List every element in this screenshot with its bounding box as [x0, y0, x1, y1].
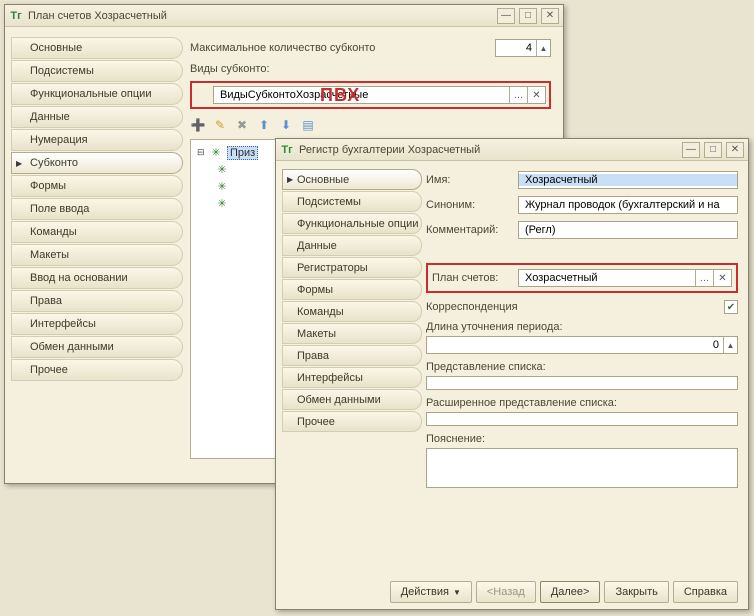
- help-button[interactable]: Справка: [673, 581, 738, 603]
- max-subkonto-label: Максимальное количество субконто: [190, 42, 375, 54]
- kinds-input[interactable]: [214, 89, 509, 101]
- next-button[interactable]: Далее>: [540, 581, 601, 603]
- back-button[interactable]: <Назад: [476, 581, 536, 603]
- add-icon[interactable]: ➕: [190, 117, 206, 133]
- period-spinner[interactable]: ▲: [426, 336, 738, 354]
- clear-button[interactable]: ✕: [713, 270, 731, 286]
- period-label: Длина уточнения периода:: [426, 321, 738, 333]
- form-area: Имя: Синоним: Комментарий: План счетов: …: [426, 171, 738, 571]
- sidebar: ОсновныеПодсистемыФункциональные опцииДа…: [11, 37, 183, 382]
- correspondence-label: Корреспонденция: [426, 301, 724, 313]
- sidebar-item[interactable]: Основные: [282, 169, 422, 190]
- spinner-up-icon[interactable]: ▲: [723, 337, 737, 353]
- ext-repr-label: Расширенное представление списка:: [426, 397, 738, 409]
- sidebar-item[interactable]: Права: [282, 345, 422, 366]
- clear-button[interactable]: ✕: [527, 87, 545, 103]
- ext-repr-input[interactable]: [427, 413, 737, 425]
- sidebar-item[interactable]: Права: [11, 290, 183, 312]
- minimize-button[interactable]: —: [682, 142, 700, 158]
- minimize-button[interactable]: —: [497, 8, 515, 24]
- sidebar-item[interactable]: Регистраторы: [282, 257, 422, 278]
- sidebar-item[interactable]: Макеты: [282, 323, 422, 344]
- sidebar-item[interactable]: Формы: [11, 175, 183, 197]
- kinds-label: Виды субконто:: [190, 63, 270, 75]
- spinner-up-icon[interactable]: ▲: [536, 40, 550, 56]
- window-title: Регистр бухгалтерии Хозрасчетный: [299, 144, 682, 156]
- sidebar-item[interactable]: Формы: [282, 279, 422, 300]
- plan-input[interactable]: [519, 272, 695, 284]
- name-label: Имя:: [426, 174, 518, 186]
- name-input[interactable]: [519, 174, 737, 186]
- sidebar-item[interactable]: Поле ввода: [11, 198, 183, 220]
- comment-label: Комментарий:: [426, 224, 518, 236]
- actions-button[interactable]: Действия▼: [390, 581, 472, 603]
- synonym-label: Синоним:: [426, 199, 518, 211]
- window-title: План счетов Хозрасчетный: [28, 10, 497, 22]
- sidebar-item[interactable]: Данные: [11, 106, 183, 128]
- delete-icon[interactable]: ✖: [234, 117, 250, 133]
- list-repr-label: Представление списка:: [426, 361, 738, 373]
- sidebar-item[interactable]: Интерфейсы: [282, 367, 422, 388]
- sidebar-item[interactable]: Нумерация: [11, 129, 183, 151]
- sidebar-item[interactable]: Команды: [282, 301, 422, 322]
- pvx-annotation: ПВХ: [320, 85, 360, 106]
- list-repr-input[interactable]: [427, 377, 737, 389]
- sidebar-item[interactable]: Функциональные опции: [11, 83, 183, 105]
- kinds-highlight-box: … ✕: [190, 81, 551, 109]
- plan-highlight-box: План счетов: … ✕: [426, 263, 738, 293]
- up-icon[interactable]: ⬆: [256, 117, 272, 133]
- app-icon: Tг: [9, 9, 23, 23]
- app-icon: Tг: [280, 143, 294, 157]
- sidebar-item[interactable]: Ввод на основании: [11, 267, 183, 289]
- leaf-icon: ✳: [209, 146, 223, 160]
- close-button[interactable]: Закрыть: [604, 581, 668, 603]
- sidebar-item[interactable]: Команды: [11, 221, 183, 243]
- sidebar-item[interactable]: Субконто: [11, 152, 183, 174]
- note-label: Пояснение:: [426, 433, 738, 445]
- comment-input[interactable]: [519, 224, 737, 236]
- tree-root-label: Приз: [227, 146, 258, 160]
- max-subkonto-input[interactable]: [496, 42, 536, 54]
- sidebar-item[interactable]: Обмен данными: [282, 389, 422, 410]
- kinds-field[interactable]: … ✕: [213, 86, 546, 104]
- sidebar-item[interactable]: Интерфейсы: [11, 313, 183, 335]
- maximize-button[interactable]: □: [519, 8, 537, 24]
- plan-label: План счетов:: [432, 272, 518, 284]
- period-input[interactable]: [427, 339, 723, 351]
- leaf-icon: ✳: [215, 197, 229, 211]
- down-icon[interactable]: ⬇: [278, 117, 294, 133]
- sidebar-item[interactable]: Подсистемы: [11, 60, 183, 82]
- sidebar-item[interactable]: Прочее: [282, 411, 422, 432]
- chevron-down-icon: ▼: [453, 588, 461, 597]
- titlebar: Tг План счетов Хозрасчетный — □ ✕: [5, 5, 563, 27]
- close-button[interactable]: ✕: [726, 142, 744, 158]
- list-icon[interactable]: ▤: [300, 117, 316, 133]
- note-textarea[interactable]: [426, 448, 738, 488]
- ellipsis-button[interactable]: …: [695, 270, 713, 286]
- titlebar: Tг Регистр бухгалтерии Хозрасчетный — □ …: [276, 139, 748, 161]
- leaf-icon: ✳: [215, 163, 229, 177]
- synonym-input[interactable]: [519, 199, 737, 211]
- max-subkonto-spinner[interactable]: ▲: [495, 39, 551, 57]
- window-accounting-register: Tг Регистр бухгалтерии Хозрасчетный — □ …: [275, 138, 749, 610]
- maximize-button[interactable]: □: [704, 142, 722, 158]
- sidebar-item[interactable]: Функциональные опции: [282, 213, 422, 234]
- close-button[interactable]: ✕: [541, 8, 559, 24]
- sidebar-item[interactable]: Макеты: [11, 244, 183, 266]
- sidebar: ОсновныеПодсистемыФункциональные опцииДа…: [282, 169, 422, 433]
- sidebar-item[interactable]: Подсистемы: [282, 191, 422, 212]
- edit-icon[interactable]: ✎: [212, 117, 228, 133]
- sidebar-item[interactable]: Основные: [11, 37, 183, 59]
- sidebar-item[interactable]: Прочее: [11, 359, 183, 381]
- tree-toolbar: ➕ ✎ ✖ ⬆ ⬇ ▤: [190, 117, 551, 133]
- correspondence-checkbox[interactable]: ✔: [724, 300, 738, 314]
- leaf-icon: ✳: [215, 180, 229, 194]
- sidebar-item[interactable]: Данные: [282, 235, 422, 256]
- ellipsis-button[interactable]: …: [509, 87, 527, 103]
- collapse-icon[interactable]: ⊟: [197, 147, 207, 158]
- sidebar-item[interactable]: Обмен данными: [11, 336, 183, 358]
